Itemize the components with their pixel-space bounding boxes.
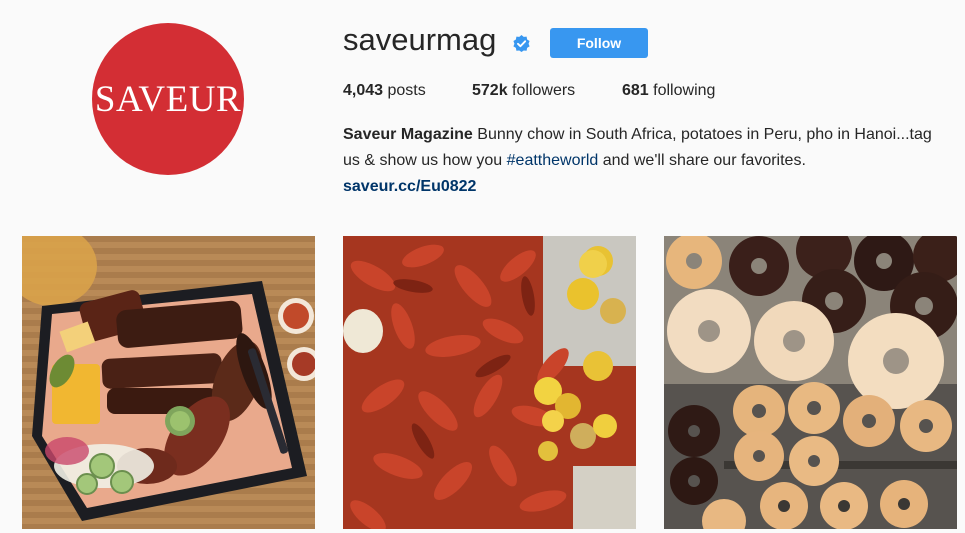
- profile-avatar: SAVEUR: [92, 23, 244, 175]
- bio-website-link[interactable]: saveur.cc/Eu0822: [343, 174, 953, 200]
- bio-full-name: Saveur Magazine: [343, 126, 473, 143]
- post-thumbnail-crawfish[interactable]: [343, 236, 636, 529]
- followers-stat[interactable]: 572k followers: [472, 82, 575, 100]
- follow-button[interactable]: Follow: [550, 28, 648, 58]
- following-stat[interactable]: 681 following: [622, 82, 715, 100]
- profile-username: saveurmag: [343, 22, 497, 57]
- followers-label: followers: [512, 82, 576, 99]
- avatar-logo-text: SAVEUR: [94, 78, 242, 120]
- profile-bio: Saveur Magazine Bunny chow in South Afri…: [343, 122, 953, 200]
- posts-stat: 4,043 posts: [343, 82, 426, 100]
- donuts-photo: [664, 236, 957, 529]
- verified-badge-icon: [513, 35, 530, 52]
- following-count: 681: [622, 82, 649, 99]
- followers-count: 572k: [472, 82, 508, 99]
- bio-text-after: and we'll share our favorites.: [602, 152, 806, 169]
- bio-hashtag-link[interactable]: #eattheworld: [507, 152, 599, 169]
- bbq-photo: [22, 236, 315, 529]
- posts-label: posts: [387, 82, 426, 99]
- post-thumbnail-donuts[interactable]: [664, 236, 957, 529]
- post-thumbnail-bbq[interactable]: [22, 236, 315, 529]
- following-label: following: [653, 82, 716, 99]
- crawfish-photo: [343, 236, 636, 529]
- posts-count: 4,043: [343, 82, 384, 99]
